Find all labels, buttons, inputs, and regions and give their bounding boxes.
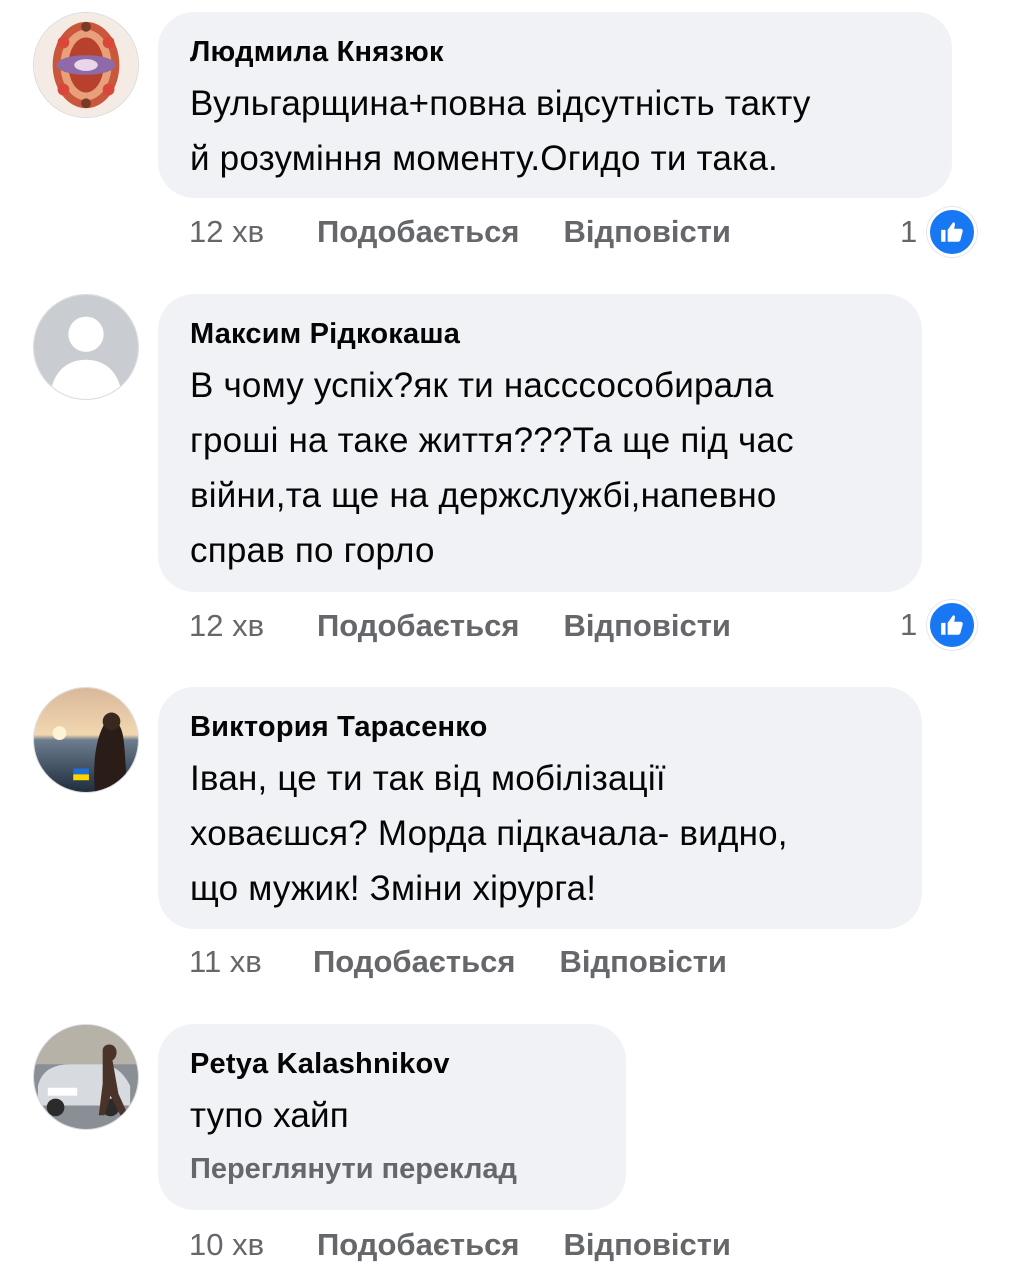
comment-actions: 11 хв Подобається Відповісти: [189, 942, 727, 982]
comment-time[interactable]: 10 хв: [189, 1225, 317, 1265]
like-button[interactable]: Подобається: [317, 606, 520, 646]
comment-text: Вульгарщина+повна відсутність такту й ро…: [190, 84, 811, 178]
comment-actions: 10 хв Подобається Відповісти: [189, 1225, 731, 1265]
avatar[interactable]: [33, 294, 139, 400]
see-translation-link[interactable]: Переглянути переклад: [190, 1149, 594, 1189]
reaction-count: 1: [900, 214, 918, 249]
like-button[interactable]: Подобається: [317, 212, 520, 252]
like-button[interactable]: Подобається: [317, 1225, 520, 1265]
comment-actions: 12 хв Подобається Відповісти: [189, 212, 731, 252]
comment-author[interactable]: Виктория Тарасенко: [190, 709, 488, 745]
comment-bubble: Максим Рідкокаша В чому успіх?як ти насс…: [158, 294, 922, 592]
comment-actions: 12 хв Подобається Відповісти: [189, 606, 731, 646]
reply-button[interactable]: Відповісти: [564, 1225, 732, 1265]
comment-author[interactable]: Людмила Князюк: [190, 34, 444, 70]
reply-button[interactable]: Відповісти: [564, 212, 732, 252]
car-photo-avatar-icon: [34, 1025, 138, 1129]
like-reaction-icon: [927, 600, 978, 650]
reply-button[interactable]: Відповісти: [560, 942, 728, 982]
reaction-count: 1: [900, 607, 918, 642]
avatar[interactable]: [33, 12, 139, 118]
comment-time[interactable]: 12 хв: [189, 212, 317, 252]
comment-bubble: Виктория Тарасенко Іван, це ти так від м…: [158, 687, 922, 929]
reply-button[interactable]: Відповісти: [564, 606, 732, 646]
like-reaction-icon: [927, 207, 978, 257]
reaction-summary[interactable]: 1: [900, 207, 978, 257]
comment-author[interactable]: Petya Kalashnikov: [190, 1046, 450, 1082]
comment-author[interactable]: Максим Рідкокаша: [190, 316, 460, 352]
reaction-summary[interactable]: 1: [900, 600, 978, 650]
comment-text: В чому успіх?як ти насссособирала гроші …: [190, 366, 794, 570]
default-user-avatar-icon: [34, 295, 138, 399]
comment-text: тупо хайп: [190, 1096, 349, 1135]
avatar[interactable]: [33, 687, 139, 793]
sunset-photo-avatar-icon: [34, 688, 138, 792]
comment-bubble: Petya Kalashnikov тупо хайп Переглянути …: [158, 1024, 626, 1210]
comment-bubble: Людмила Князюк Вульгарщина+повна відсутн…: [158, 12, 952, 198]
like-button[interactable]: Подобається: [313, 942, 516, 982]
comment-text: Іван, це ти так від мобілізації ховаєшся…: [190, 759, 788, 908]
avatar[interactable]: [33, 1024, 139, 1130]
comment-time[interactable]: 11 хв: [189, 942, 313, 982]
comment-time[interactable]: 12 хв: [189, 606, 317, 646]
ornament-avatar-icon: [34, 13, 138, 117]
